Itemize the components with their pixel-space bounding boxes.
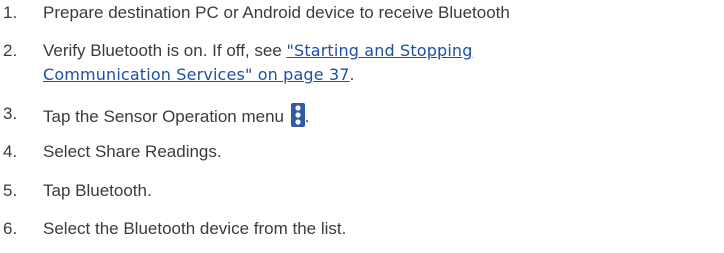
step-number: 2. [3, 41, 18, 60]
starting-stopping-link-line2[interactable]: Communication Services" on page 37 [43, 65, 350, 84]
step-text-before: Tap the Sensor Operation menu [43, 107, 289, 126]
step-text: Communication Services" on page 37. [43, 64, 354, 86]
step-text: Select Share Readings. [43, 142, 222, 161]
step-text: Verify Bluetooth is on. If off, see "Sta… [43, 40, 473, 62]
step-text: Tap the Sensor Operation menu . [43, 103, 309, 128]
starting-stopping-link-line1[interactable]: "Starting and Stopping [287, 41, 473, 60]
sensor-operation-menu-icon [290, 103, 305, 127]
step-text-before: Verify Bluetooth is on. If off, see [43, 41, 287, 60]
step-number: 6. [3, 219, 18, 238]
step-number: 3. [3, 104, 18, 123]
step-text: Prepare destination PC or Android device… [43, 3, 510, 22]
step-text-after: . [349, 65, 355, 84]
step-text: Select the Bluetooth device from the lis… [43, 219, 347, 238]
step-number: 4. [3, 142, 18, 161]
step-text: Tap Bluetooth. [43, 181, 152, 200]
step-text-after: . [304, 107, 310, 126]
step-number: 1. [3, 3, 18, 22]
instruction-steps: 1. Prepare destination PC or Android dev… [0, 0, 724, 253]
step-number: 5. [3, 181, 18, 200]
